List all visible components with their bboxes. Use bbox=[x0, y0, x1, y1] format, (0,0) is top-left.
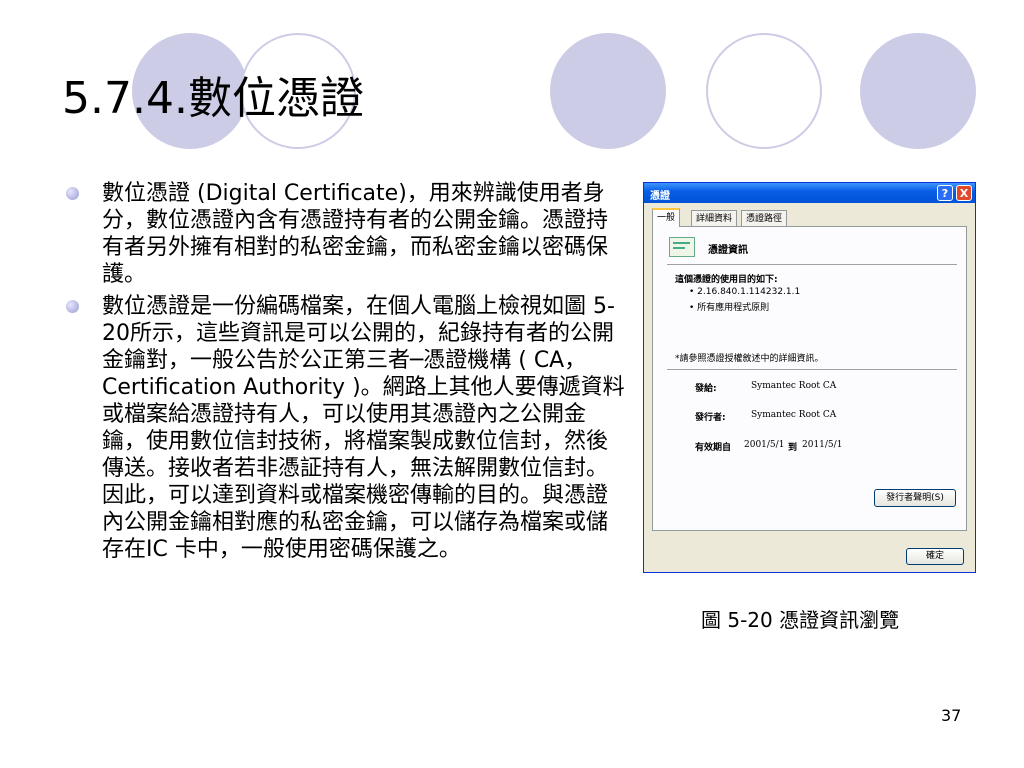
bullet-list: 數位憑證 (Digital Certificate)，用來辨識使用者身分，數位憑… bbox=[66, 180, 626, 568]
valid-from-value: 2001/5/1 bbox=[744, 440, 785, 450]
certificate-dialog: 憑證 ? X 一般 詳細資料 憑證路徑 憑證資訊 這個憑證的使用目的如下: • … bbox=[643, 182, 976, 573]
bullet-item: 數位憑證 (Digital Certificate)，用來辨識使用者身分，數位憑… bbox=[66, 180, 626, 288]
issued-by-label: 發行者: bbox=[695, 413, 726, 423]
divider bbox=[667, 369, 957, 370]
general-tab-panel: 憑證資訊 這個憑證的使用目的如下: • 2.16.840.1.114232.1.… bbox=[652, 226, 967, 531]
tab-details[interactable]: 詳細資料 bbox=[691, 210, 738, 226]
bullet-icon bbox=[66, 300, 79, 313]
purpose-item: • 2.16.840.1.114232.1.1 bbox=[689, 287, 801, 297]
bullet-text: 數位憑證是一份編碼檔案，在個人電腦上檢視如圖 5-20所示，這些資訊是可以公開的… bbox=[102, 294, 625, 562]
decor-circle-4 bbox=[706, 33, 822, 149]
bullet-text: 數位憑證 (Digital Certificate)，用來辨識使用者身分，數位憑… bbox=[102, 181, 609, 287]
purpose-item: • 所有應用程式原則 bbox=[689, 303, 770, 313]
certificate-icon bbox=[669, 237, 695, 257]
page-number: 37 bbox=[941, 706, 962, 725]
issued-to-value: Symantec Root CA bbox=[751, 381, 837, 391]
details-note: *請參照憑證授權敘述中的詳細資訊。 bbox=[675, 354, 824, 364]
issued-to-label: 發給: bbox=[695, 384, 717, 394]
issuer-statement-button[interactable]: 發行者聲明(S) bbox=[874, 489, 956, 507]
bullet-icon bbox=[66, 187, 79, 200]
close-button[interactable]: X bbox=[956, 185, 972, 201]
valid-from-label: 有效期自 bbox=[695, 443, 732, 453]
issued-by-value: Symantec Root CA bbox=[751, 410, 837, 420]
bullet-item: 數位憑證是一份編碼檔案，在個人電腦上檢視如圖 5-20所示，這些資訊是可以公開的… bbox=[66, 293, 626, 563]
valid-to-value: 2011/5/1 bbox=[802, 440, 843, 450]
decor-circle-3 bbox=[550, 33, 666, 149]
purpose-title: 這個憑證的使用目的如下: bbox=[675, 275, 778, 285]
help-button[interactable]: ? bbox=[937, 185, 953, 201]
slide-title: 5.7.4.數位憑證 bbox=[62, 73, 364, 124]
certificate-info-heading: 憑證資訊 bbox=[708, 245, 748, 256]
figure-caption: 圖 5-20 憑證資訊瀏覽 bbox=[701, 608, 900, 632]
decor-circle-5 bbox=[860, 33, 976, 149]
tab-general[interactable]: 一般 bbox=[652, 208, 681, 227]
divider bbox=[667, 264, 957, 265]
tab-certification-path[interactable]: 憑證路徑 bbox=[741, 210, 788, 226]
dialog-titlebar: 憑證 ? X bbox=[644, 183, 975, 203]
ok-button[interactable]: 確定 bbox=[906, 548, 964, 565]
dialog-title: 憑證 bbox=[650, 191, 670, 202]
valid-to-label: 到 bbox=[788, 443, 798, 453]
